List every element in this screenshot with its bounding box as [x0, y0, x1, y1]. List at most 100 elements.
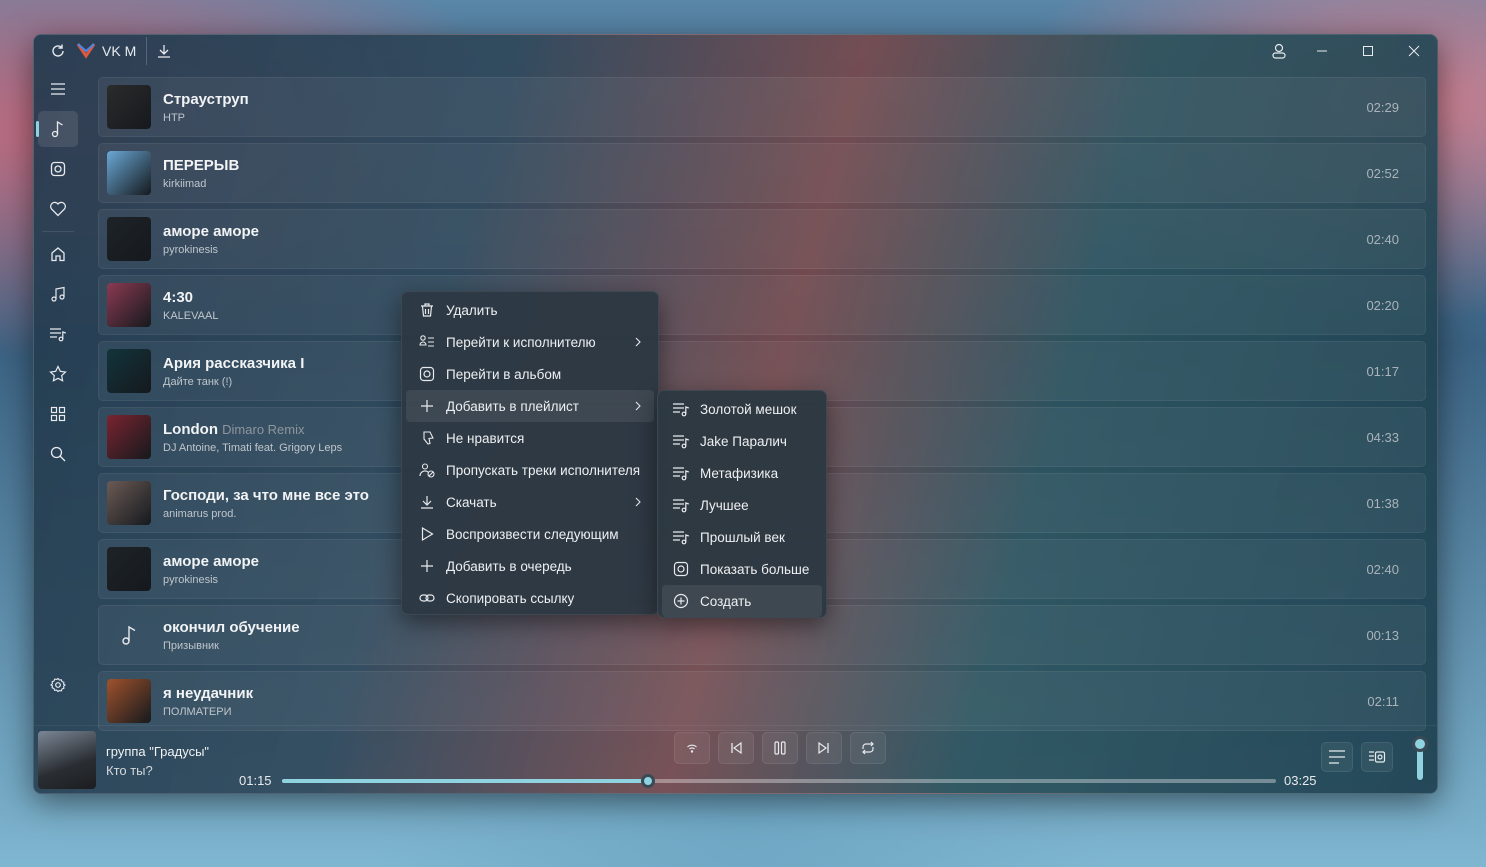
track-artist[interactable]: HTP [163, 112, 249, 124]
sidebar-item-playlists[interactable] [38, 316, 78, 352]
track-row[interactable]: Страуструп HTP 02:29 [98, 77, 1426, 137]
track-artist[interactable]: Призывник [163, 640, 300, 652]
window-controls [1259, 35, 1437, 67]
track-meta: Страуструп HTP [163, 91, 249, 124]
now-playing-artist[interactable]: Кто ты? [106, 763, 153, 778]
track-row[interactable]: ПЕРЕРЫВ kirkiimad 02:52 [98, 143, 1426, 203]
menu-item-add-to-playlist[interactable]: Добавить в плейлист [406, 390, 654, 422]
menu-item-skip-artist[interactable]: Пропускать треки исполнителя [406, 454, 654, 486]
menu-item-dislike[interactable]: Не нравится [406, 422, 654, 454]
track-duration: 02:29 [1366, 99, 1399, 115]
next-button[interactable] [806, 732, 842, 764]
track-artist[interactable]: DJ Antoine, Timati feat. Grigory Leps [163, 442, 342, 454]
artist-list-icon [418, 333, 436, 351]
sidebar-item-recommendations[interactable] [38, 356, 78, 392]
track-row[interactable]: 4:30 KALEVAAL 02:20 [98, 275, 1426, 335]
track-title: Страуструп [163, 91, 249, 108]
seek-bar[interactable] [282, 774, 1276, 788]
sidebar-item-home[interactable] [38, 236, 78, 272]
playlist-item[interactable]: Золотой мешок [662, 393, 822, 425]
menu-item-delete[interactable]: Удалить [406, 294, 654, 326]
seek-bar-thumb[interactable] [640, 774, 655, 788]
track-artist[interactable]: KALEVAAL [163, 310, 218, 322]
create-playlist[interactable]: Создать [662, 585, 822, 617]
track-cover [107, 415, 151, 459]
previous-button[interactable] [718, 732, 754, 764]
track-artist[interactable]: pyrokinesis [163, 244, 259, 256]
close-button[interactable] [1391, 35, 1437, 67]
track-title-text: аморе аморе [163, 222, 259, 240]
menu-item-download[interactable]: Скачать [406, 486, 654, 518]
total-time: 03:25 [1284, 773, 1317, 788]
music-note-icon [51, 120, 63, 138]
menu-item-go-to-artist[interactable]: Перейти к исполнителю [406, 326, 654, 358]
volume-slider[interactable] [1412, 736, 1428, 780]
playlist-item[interactable]: Jake Паралич [662, 425, 822, 457]
maximize-icon [1363, 46, 1373, 56]
seek-bar-fill [282, 779, 648, 783]
track-title-text: Страуструп [163, 90, 249, 108]
track-meta: окончил обучение Призывник [163, 619, 300, 652]
maximize-button[interactable] [1345, 35, 1391, 67]
track-remix-label: Dimaro Remix [222, 421, 305, 437]
show-more-label: Показать больше [700, 561, 810, 577]
sidebar-item-albums[interactable] [38, 151, 78, 187]
title-bar: VK M [34, 35, 1437, 67]
now-playing-title[interactable]: группа "Градусы" [106, 744, 209, 759]
track-cover [107, 283, 151, 327]
pause-button[interactable] [762, 732, 798, 764]
repeat-button[interactable] [850, 732, 886, 764]
track-title: ПЕРЕРЫВ [163, 157, 239, 174]
sidebar-item-music[interactable] [38, 276, 78, 312]
track-artist[interactable]: animarus prod. [163, 508, 369, 520]
app-title: VK M [102, 43, 137, 59]
chevron-right-icon [634, 337, 642, 347]
track-cover [107, 679, 151, 723]
track-duration: 02:40 [1366, 231, 1399, 247]
sidebar-menu-button[interactable] [38, 71, 78, 107]
track-title-text: Ария рассказчика I [163, 354, 305, 372]
sidebar [34, 67, 82, 725]
sidebar-item-settings[interactable] [38, 667, 78, 703]
sidebar-item-favorites[interactable] [38, 191, 78, 227]
playlist-item[interactable]: Прошлый век [662, 521, 822, 553]
track-row[interactable]: аморе аморе pyrokinesis 02:40 [98, 209, 1426, 269]
sidebar-item-catalog[interactable] [38, 396, 78, 432]
menu-item-copy-link[interactable]: Скопировать ссылку [406, 582, 654, 614]
grid-icon [50, 406, 66, 422]
track-artist[interactable]: Дайте танк (!) [163, 376, 304, 388]
volume-thumb[interactable] [1412, 736, 1428, 752]
broadcast-icon [687, 744, 697, 753]
lyrics-button[interactable] [1321, 742, 1353, 772]
menu-item-add-to-queue[interactable]: Добавить в очередь [406, 550, 654, 582]
sidebar-item-search[interactable] [38, 436, 78, 472]
menu-item-label: Перейти в альбом [446, 366, 562, 382]
download-icon [157, 45, 170, 58]
menu-item-label: Добавить в плейлист [446, 398, 579, 414]
account-button[interactable] [1259, 35, 1299, 67]
track-artist[interactable]: pyrokinesis [163, 574, 259, 586]
downloads-button[interactable] [146, 37, 180, 65]
playlist-item[interactable]: Метафизика [662, 457, 822, 489]
menu-item-go-to-album[interactable]: Перейти в альбом [406, 358, 654, 390]
radio-button[interactable] [674, 732, 710, 764]
refresh-button[interactable] [42, 35, 74, 67]
menu-item-play-next[interactable]: Воспроизвести следующим [406, 518, 654, 550]
track-title-text: Господи, за что мне все это [163, 486, 369, 504]
playlist-item[interactable]: Лучшее [662, 489, 822, 521]
track-artist[interactable]: kirkiimad [163, 178, 239, 190]
track-artist[interactable]: ПОЛМАТЕРИ [163, 706, 253, 718]
show-more-playlists[interactable]: Показать больше [662, 553, 822, 585]
minimize-button[interactable] [1299, 35, 1345, 67]
skip-next-icon [818, 741, 829, 755]
track-cover [107, 151, 151, 195]
track-cover [107, 547, 151, 591]
now-playing-cover[interactable] [38, 731, 96, 789]
track-meta: аморе аморе pyrokinesis [163, 223, 259, 256]
track-row[interactable]: я неудачник ПОЛМАТЕРИ 02:11 [98, 671, 1426, 731]
elapsed-time: 01:15 [239, 773, 272, 788]
queue-button[interactable] [1361, 742, 1393, 772]
sidebar-item-tracks[interactable] [36, 111, 78, 147]
track-title-text: окончил обучение [163, 618, 300, 636]
refresh-icon [52, 44, 64, 57]
